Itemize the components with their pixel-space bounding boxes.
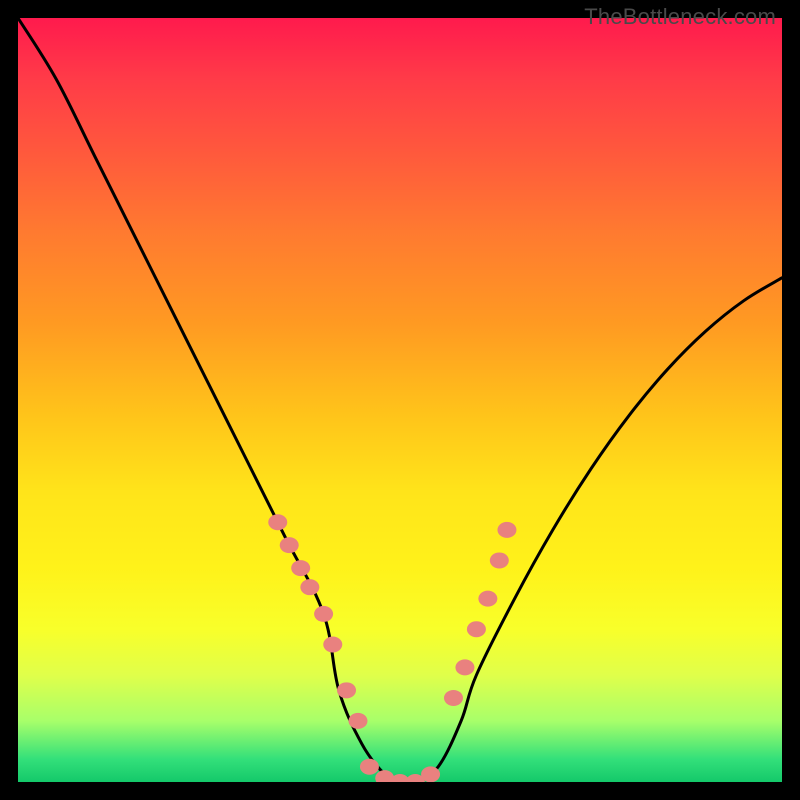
chart-frame: TheBottleneck.com	[0, 0, 800, 800]
curve-marker	[280, 537, 299, 553]
marker-layer	[268, 514, 516, 782]
curve-marker	[467, 621, 486, 637]
curve-marker	[444, 690, 463, 706]
curve-layer	[18, 18, 782, 782]
curve-marker	[314, 606, 333, 622]
plot-area	[18, 18, 782, 782]
curve-marker	[421, 766, 440, 782]
curve-marker	[300, 579, 319, 595]
bottleneck-curve-path	[18, 18, 782, 782]
curve-marker	[323, 636, 342, 652]
curve-marker	[348, 713, 367, 729]
curve-marker	[268, 514, 287, 530]
curve-marker	[497, 522, 516, 538]
curve-marker	[360, 759, 379, 775]
curve-marker	[490, 552, 509, 568]
curve-marker	[337, 682, 356, 698]
bottleneck-curve	[18, 18, 782, 782]
watermark-text: TheBottleneck.com	[584, 4, 776, 30]
curve-marker	[455, 659, 474, 675]
curve-marker	[291, 560, 310, 576]
curve-marker	[478, 591, 497, 607]
